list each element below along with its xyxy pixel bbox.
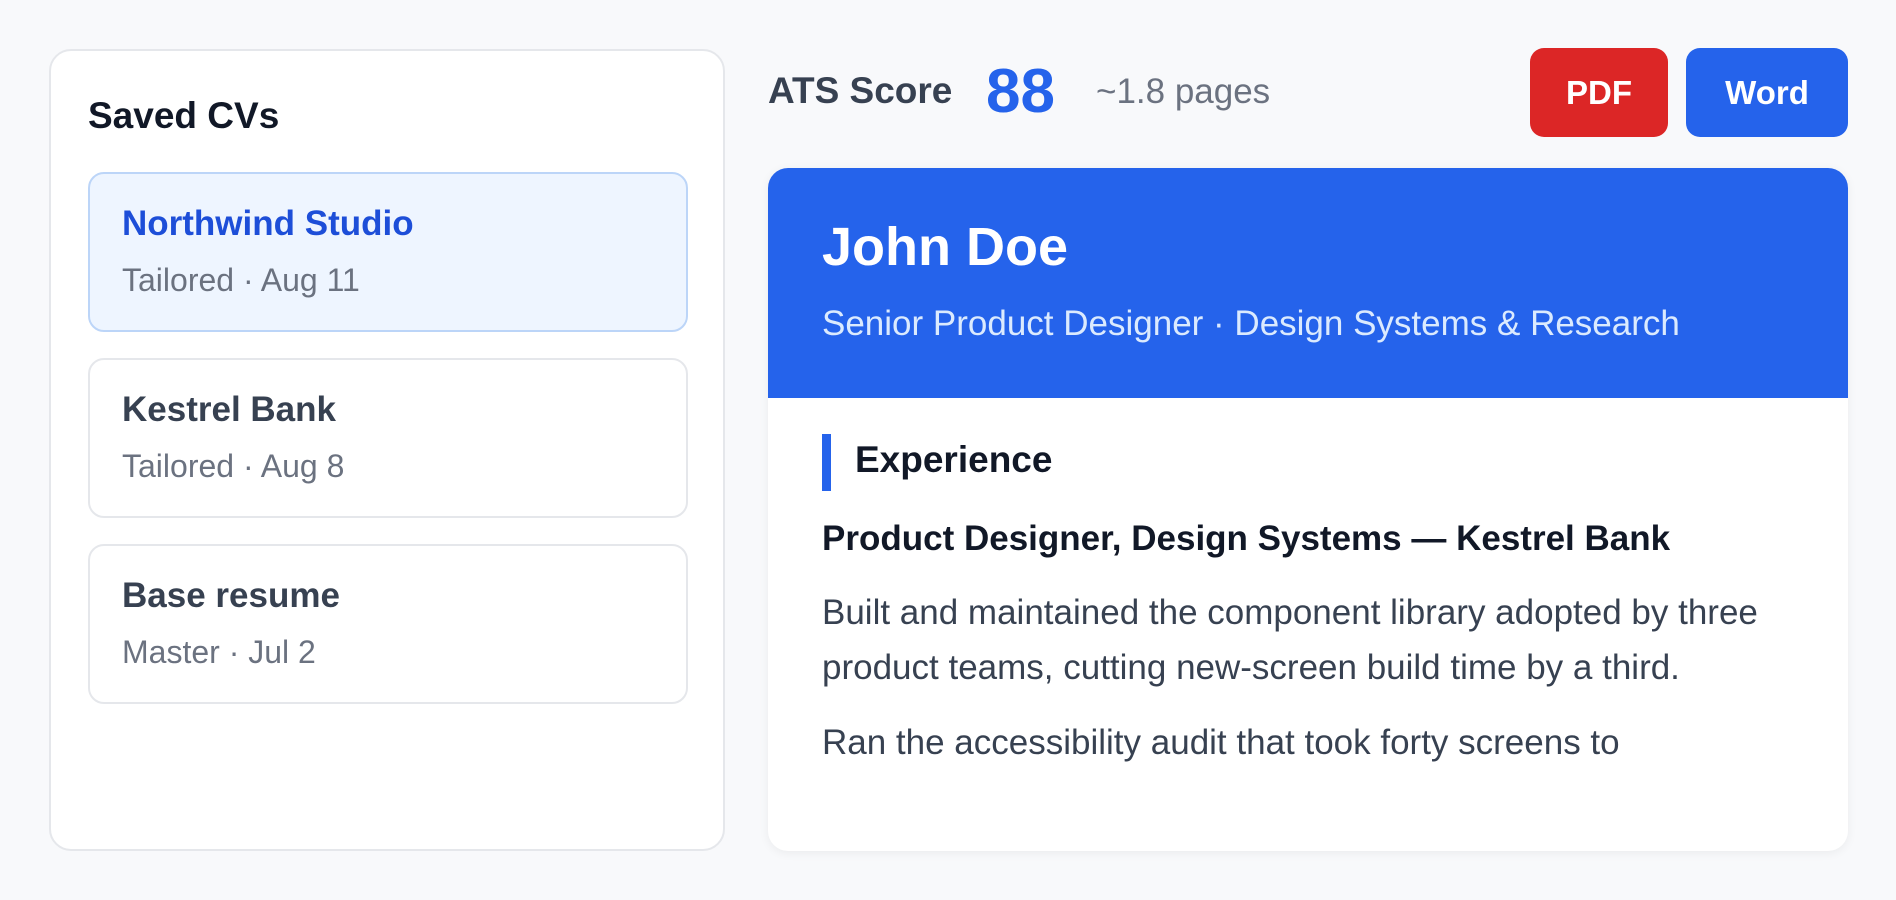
saved-cv-meta: Tailored · Aug 8	[122, 448, 345, 484]
saved-cv-meta: Tailored · Aug 11	[122, 262, 360, 298]
cv-toolbar: ATS Score 88 ~1.8 pages PDF Word	[768, 48, 1848, 138]
saved-cv-name: Northwind Studio	[122, 204, 414, 243]
saved-cv-item-kestrel-bank[interactable]: Kestrel Bank Tailored · Aug 8	[88, 358, 688, 518]
job-title: Product Designer, Design Systems — Kestr…	[822, 519, 1671, 558]
saved-cvs-panel: Saved CVs Northwind Studio Tailored · Au…	[49, 49, 725, 851]
saved-cv-name: Base resume	[122, 576, 340, 615]
saved-cv-item-base-resume[interactable]: Base resume Master · Jul 2	[88, 544, 688, 704]
page-count: ~1.8 pages	[1096, 72, 1271, 111]
section-heading-experience: Experience	[822, 434, 1794, 491]
ats-score-value: 88	[986, 57, 1055, 126]
cv-header: John Doe Senior Product Designer · Desig…	[768, 168, 1848, 398]
experience-bullet: Ran the accessibility audit that took fo…	[822, 723, 1620, 762]
export-word-button[interactable]: Word	[1686, 48, 1848, 137]
cv-body: Experience Product Designer, Design Syst…	[768, 398, 1848, 770]
cv-person-name: John Doe	[822, 217, 1069, 277]
ats-score-label: ATS Score	[768, 70, 953, 111]
cv-preview: John Doe Senior Product Designer · Desig…	[768, 168, 1848, 851]
saved-cv-item-northwind-studio[interactable]: Northwind Studio Tailored · Aug 11	[88, 172, 688, 332]
saved-cvs-title: Saved CVs	[88, 95, 280, 136]
export-pdf-button[interactable]: PDF	[1530, 48, 1668, 137]
saved-cv-meta: Master · Jul 2	[122, 634, 316, 670]
saved-cv-name: Kestrel Bank	[122, 390, 336, 429]
experience-bullet: Built and maintained the component libra…	[822, 593, 1758, 687]
cv-headline: Senior Product Designer · Design Systems…	[822, 304, 1680, 343]
